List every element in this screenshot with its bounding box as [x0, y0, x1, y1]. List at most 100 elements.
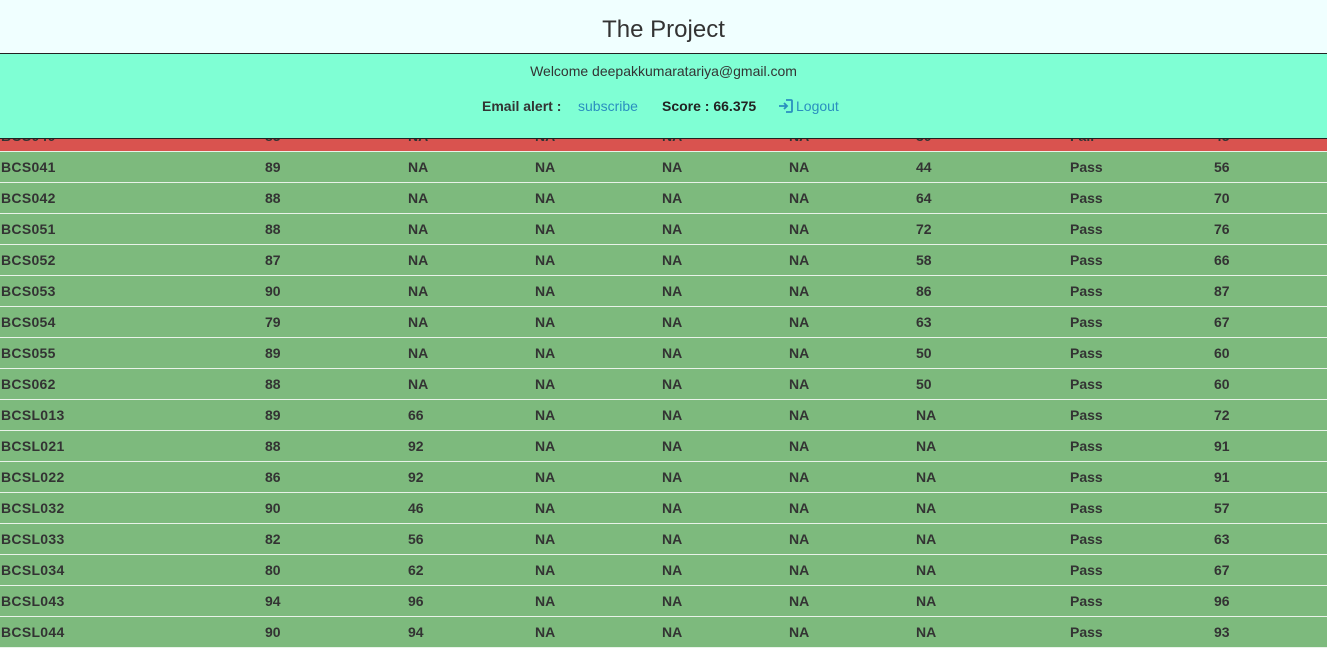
result-status: Pass — [1070, 438, 1103, 454]
marks-col-1: 90 — [265, 624, 281, 640]
marks-col-6: 58 — [916, 252, 932, 268]
marks-col-6: NA — [916, 562, 937, 578]
total-marks: 96 — [1214, 593, 1230, 609]
marks-col-1: 89 — [265, 407, 281, 423]
marks-col-2: NA — [408, 314, 429, 330]
marks-col-4: NA — [662, 314, 683, 330]
welcome-message: Welcome deepakkumaratariya@gmail.com — [530, 63, 797, 79]
user-header: Welcome deepakkumaratariya@gmail.com Ema… — [0, 54, 1327, 139]
result-status: Pass — [1070, 593, 1103, 609]
marks-col-2: NA — [408, 252, 429, 268]
marks-col-1: 89 — [265, 159, 281, 175]
total-marks: 67 — [1214, 562, 1230, 578]
marks-col-3: NA — [535, 221, 556, 237]
result-status: Pass — [1070, 407, 1103, 423]
marks-col-1: 80 — [265, 562, 281, 578]
marks-col-3: NA — [535, 438, 556, 454]
subscribe-link[interactable]: subscribe — [578, 98, 638, 114]
course-code: BCSL032 — [1, 500, 65, 516]
table-row: BCSL032 90 46 NA NA NA NA Pass 57 — [0, 493, 1327, 524]
table-row: BCS053 90 NA NA NA NA 86 Pass 87 — [0, 276, 1327, 307]
result-status: Pass — [1070, 469, 1103, 485]
marks-col-5: NA — [789, 376, 810, 392]
result-status: Pass — [1070, 252, 1103, 268]
marks-col-6: NA — [916, 469, 937, 485]
marks-col-1: 88 — [265, 190, 281, 206]
marks-col-1: 89 — [265, 345, 281, 361]
total-marks: 70 — [1214, 190, 1230, 206]
marks-col-3: NA — [535, 407, 556, 423]
table-row: BCS041 89 NA NA NA NA 44 Pass 56 — [0, 152, 1327, 183]
marks-col-4: NA — [662, 469, 683, 485]
marks-col-2: NA — [408, 345, 429, 361]
marks-col-4: NA — [662, 531, 683, 547]
marks-col-2: 62 — [408, 562, 424, 578]
logout-link[interactable]: Logout — [778, 98, 839, 114]
total-marks: 60 — [1214, 345, 1230, 361]
marks-col-5: NA — [789, 407, 810, 423]
marks-col-5: NA — [789, 531, 810, 547]
total-marks: 93 — [1214, 624, 1230, 640]
result-status: Pass — [1070, 159, 1103, 175]
marks-col-5: NA — [789, 469, 810, 485]
marks-col-2: NA — [408, 283, 429, 299]
marks-col-4: NA — [662, 221, 683, 237]
table-row: BCSL043 94 96 NA NA NA NA Pass 96 — [0, 586, 1327, 617]
results-table-body: BCS04085NANANANA30Fail45BCS04189NANANANA… — [0, 121, 1327, 648]
result-status: Pass — [1070, 500, 1103, 516]
marks-col-5: NA — [789, 438, 810, 454]
marks-col-2: 92 — [408, 469, 424, 485]
marks-col-2: NA — [408, 159, 429, 175]
marks-col-4: NA — [662, 345, 683, 361]
total-marks: 76 — [1214, 221, 1230, 237]
marks-col-4: NA — [662, 562, 683, 578]
course-code: BCS053 — [1, 283, 56, 299]
total-marks: 91 — [1214, 438, 1230, 454]
marks-col-1: 90 — [265, 283, 281, 299]
marks-col-1: 82 — [265, 531, 281, 547]
table-row: BCSL034 80 62 NA NA NA NA Pass 67 — [0, 555, 1327, 586]
marks-col-3: NA — [535, 252, 556, 268]
marks-col-3: NA — [535, 190, 556, 206]
marks-col-6: NA — [916, 624, 937, 640]
marks-col-5: NA — [789, 159, 810, 175]
marks-col-5: NA — [789, 500, 810, 516]
marks-col-4: NA — [662, 624, 683, 640]
table-row: BCS051 88 NA NA NA NA 72 Pass 76 — [0, 214, 1327, 245]
result-status: Pass — [1070, 345, 1103, 361]
total-marks: 87 — [1214, 283, 1230, 299]
course-code: BCS042 — [1, 190, 56, 206]
marks-col-3: NA — [535, 531, 556, 547]
course-code: BCSL021 — [1, 438, 65, 454]
marks-col-1: 88 — [265, 438, 281, 454]
course-code: BCSL034 — [1, 562, 65, 578]
table-row: BCS054 79 NA NA NA NA 63 Pass 67 — [0, 307, 1327, 338]
result-status: Pass — [1070, 531, 1103, 547]
course-code: BCS052 — [1, 252, 56, 268]
marks-col-5: NA — [789, 283, 810, 299]
course-code: BCS051 — [1, 221, 56, 237]
total-marks: 66 — [1214, 252, 1230, 268]
marks-col-1: 88 — [265, 376, 281, 392]
total-marks: 72 — [1214, 407, 1230, 423]
header-actions: Email alert : subscribe Score : 66.375 L… — [0, 98, 1327, 116]
marks-col-3: NA — [535, 469, 556, 485]
marks-col-5: NA — [789, 562, 810, 578]
marks-col-6: NA — [916, 531, 937, 547]
course-code: BCS054 — [1, 314, 56, 330]
course-code: BCSL013 — [1, 407, 65, 423]
marks-col-3: NA — [535, 314, 556, 330]
score-display: Score : 66.375 — [662, 98, 757, 114]
marks-col-4: NA — [662, 438, 683, 454]
marks-col-1: 88 — [265, 221, 281, 237]
marks-col-5: NA — [789, 593, 810, 609]
sign-in-icon — [779, 99, 793, 113]
marks-col-3: NA — [535, 624, 556, 640]
course-code: BCS055 — [1, 345, 56, 361]
marks-col-4: NA — [662, 376, 683, 392]
result-status: Pass — [1070, 624, 1103, 640]
marks-col-3: NA — [535, 500, 556, 516]
total-marks: 91 — [1214, 469, 1230, 485]
course-code: BCSL043 — [1, 593, 65, 609]
result-status: Pass — [1070, 376, 1103, 392]
